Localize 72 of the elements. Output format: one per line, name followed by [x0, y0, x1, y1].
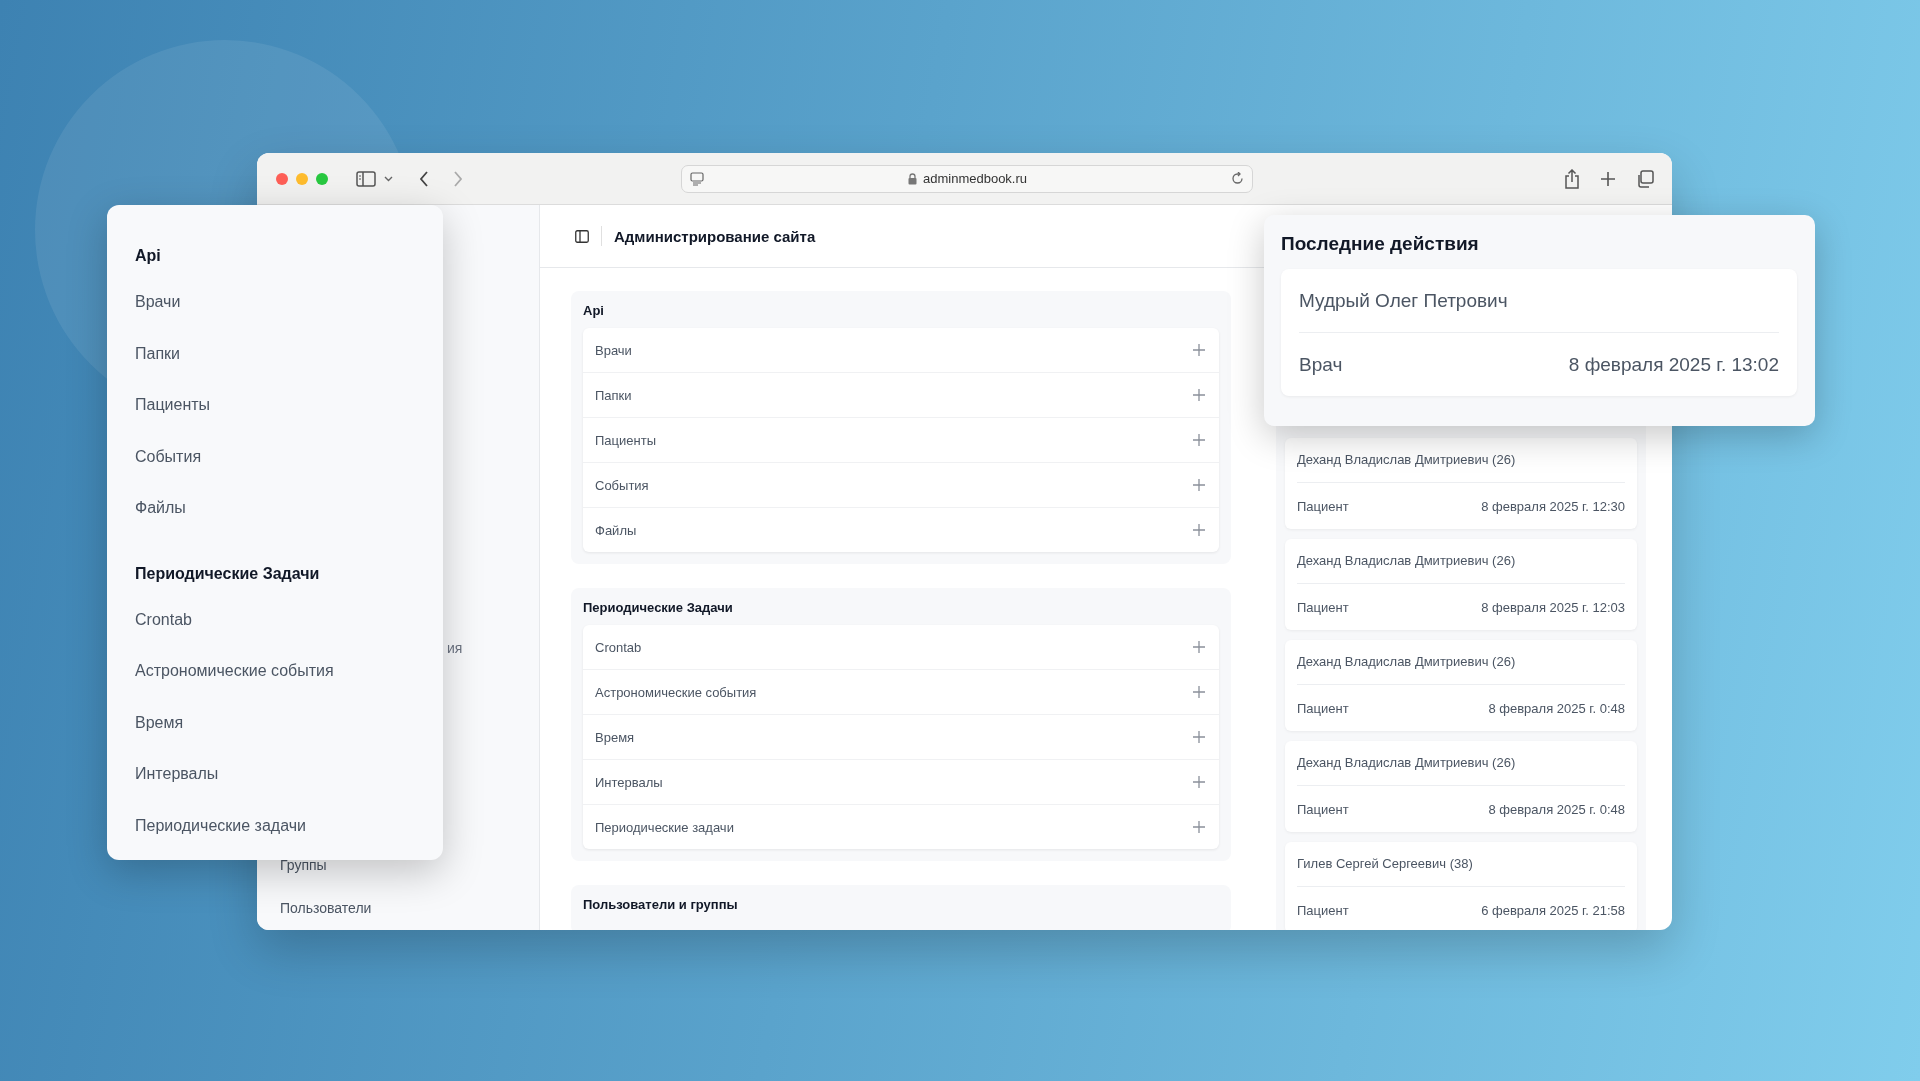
menu-item[interactable]: События: [135, 430, 202, 482]
section-title: Api: [583, 303, 605, 320]
menu-item[interactable]: Папки: [135, 327, 180, 379]
page-title: Администрирование сайта: [614, 227, 816, 245]
action-date: 8 февраля 2025 г. 12:30: [1481, 498, 1625, 514]
model-link[interactable]: Интервалы: [595, 774, 663, 790]
model-link[interactable]: Астрономические события: [595, 684, 757, 700]
url-text: adminmedbook.ru: [922, 171, 1028, 186]
action-date: 8 февраля 2025 г. 13:02: [1568, 353, 1779, 376]
action-date: 8 февраля 2025 г. 12:03: [1481, 599, 1625, 615]
add-icon[interactable]: [1193, 641, 1205, 653]
model-link[interactable]: Врачи: [595, 342, 632, 358]
model-link[interactable]: Файлы: [595, 522, 637, 538]
minimize-button[interactable]: [296, 172, 308, 185]
action-date: 8 февраля 2025 г. 0:48: [1488, 700, 1625, 716]
menu-item[interactable]: Crontab: [135, 593, 192, 645]
zoom-button[interactable]: [316, 172, 328, 185]
menu-group-title: Api: [135, 246, 161, 266]
page-icon[interactable]: [690, 171, 704, 186]
add-icon[interactable]: [1193, 686, 1205, 698]
menu-item[interactable]: Интервалы: [135, 748, 219, 800]
action-object: Мудрый Олег Петрович: [1299, 269, 1779, 333]
model-link[interactable]: Время: [595, 729, 635, 745]
add-icon[interactable]: [1193, 821, 1205, 833]
chevron-down-icon[interactable]: [384, 175, 393, 182]
action-date: 8 февраля 2025 г. 0:48: [1488, 801, 1625, 817]
action-type: Пациент: [1297, 801, 1349, 817]
menu-item[interactable]: Периодические задачи: [135, 799, 306, 851]
back-icon[interactable]: [419, 170, 429, 187]
close-button[interactable]: [276, 172, 288, 185]
action-type: Пациент: [1297, 902, 1349, 918]
model-link[interactable]: Пациенты: [595, 432, 656, 448]
forward-icon[interactable]: [453, 170, 463, 187]
menu-item[interactable]: Время: [135, 696, 184, 748]
model-link[interactable]: События: [595, 477, 649, 493]
popup-title: Последние действия: [1281, 233, 1480, 255]
menu-item[interactable]: Астрономические события: [135, 645, 334, 697]
share-icon[interactable]: [1564, 168, 1580, 189]
sidebar-item[interactable]: Пользователи: [257, 887, 372, 930]
menu-group-title: Периодические Задачи: [135, 563, 320, 584]
plus-icon[interactable]: [1600, 170, 1616, 187]
add-icon[interactable]: [1193, 389, 1205, 401]
sidebar-icon[interactable]: [575, 229, 589, 243]
sidebar-icon[interactable]: [356, 170, 376, 187]
add-icon[interactable]: [1193, 524, 1205, 536]
action-object: Деханд Владислав Дмитриевич (26): [1297, 539, 1625, 584]
action-object: Деханд Владислав Дмитриевич (26): [1297, 438, 1625, 483]
add-icon[interactable]: [1193, 479, 1205, 491]
menu-item[interactable]: Файлы: [135, 482, 186, 534]
reload-icon[interactable]: [1231, 172, 1244, 185]
model-link[interactable]: Папки: [595, 387, 632, 403]
lock-icon: [907, 172, 917, 185]
action-object: Деханд Владислав Дмитриевич (26): [1297, 741, 1625, 786]
model-link[interactable]: Crontab: [595, 639, 642, 655]
action-type: Пациент: [1297, 700, 1349, 716]
action-type: Пациент: [1297, 498, 1349, 514]
tabs-icon[interactable]: [1636, 169, 1654, 188]
add-icon[interactable]: [1193, 434, 1205, 446]
model-link[interactable]: Периодические задачи: [595, 819, 734, 835]
action-object: Деханд Владислав Дмитриевич (26): [1297, 640, 1625, 685]
add-icon[interactable]: [1193, 344, 1205, 356]
menu-item[interactable]: Врачи: [135, 276, 181, 328]
action-date: 6 февраля 2025 г. 21:58: [1481, 902, 1625, 918]
action-object: Гилев Сергей Сергеевич (38): [1297, 842, 1625, 887]
action-type: Пациент: [1297, 599, 1349, 615]
section-title: Периодические Задачи: [583, 600, 734, 617]
add-icon[interactable]: [1193, 776, 1205, 788]
menu-item[interactable]: Пациенты: [135, 379, 211, 431]
section-title: Пользователи и группы: [583, 897, 739, 914]
action-type: Врач: [1299, 353, 1343, 376]
add-icon[interactable]: [1193, 731, 1205, 743]
address-bar[interactable]: adminmedbook.ru: [681, 164, 1253, 193]
